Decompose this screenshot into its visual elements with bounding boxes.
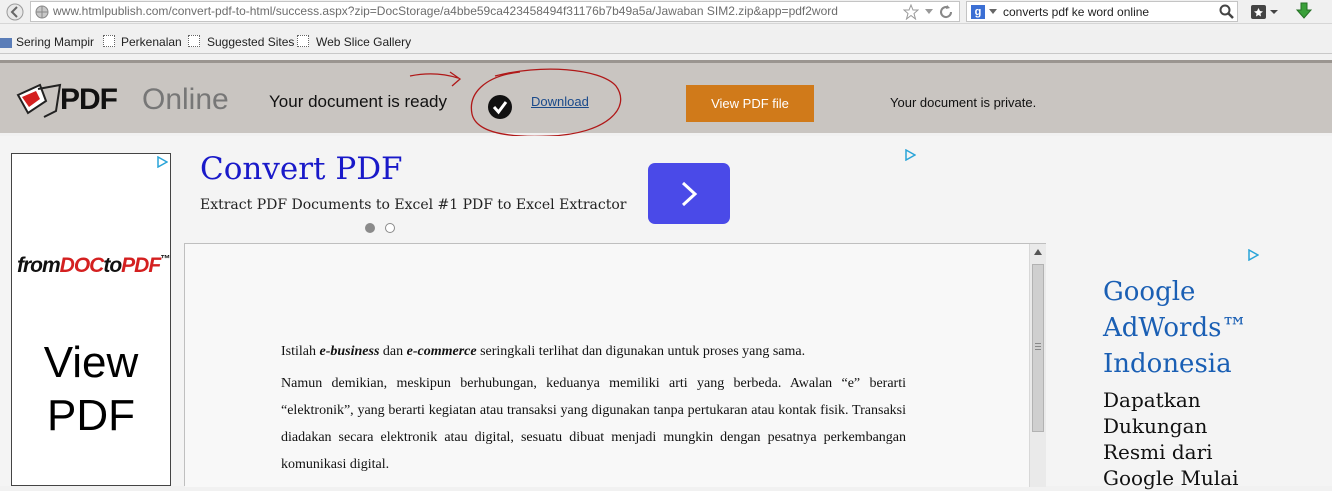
p1-text-e: seringkali terlihat dan digunakan untuk … (476, 344, 806, 359)
url-text: www.htmlpublish.com/convert-pdf-to-html/… (53, 4, 838, 18)
bookmark-perkenalan[interactable]: Perkenalan (121, 35, 182, 49)
bookmark-sering-mampir[interactable]: Sering Mampir (16, 35, 94, 49)
site-header: PDF Online Your document is ready Downlo… (0, 60, 1332, 133)
chevron-right-icon (681, 181, 698, 207)
logo-text-pdf: PDF (60, 83, 118, 116)
bookmark-page-icon (188, 35, 200, 47)
back-icon[interactable] (6, 3, 24, 21)
bookmark-web-slice-gallery[interactable]: Web Slice Gallery (316, 35, 411, 49)
pdf-logo-icon (16, 83, 62, 118)
bookmarks-toolbar: Sering Mampir Perkenalan Suggested Sites… (0, 30, 1332, 54)
adchoices-icon[interactable] (904, 149, 916, 161)
right-ad-body-line: Dukungan (1103, 414, 1208, 438)
document-scrollbar[interactable] (1029, 244, 1046, 487)
left-ad-banner[interactable]: fromDOCtoPDF™ View PDF (11, 153, 171, 486)
logo-from: from (17, 254, 61, 277)
reload-icon[interactable] (938, 4, 954, 20)
search-input[interactable]: converts pdf ke word online (1003, 5, 1149, 19)
bookmark-star-icon[interactable] (903, 4, 919, 20)
browser-toolbar: www.htmlpublish.com/convert-pdf-to-html/… (0, 0, 1332, 24)
document-page: Istilah e-business dan e-commerce sering… (185, 244, 1029, 487)
left-ad-title: View PDF (43, 338, 139, 440)
p1-ecommerce: e-commerce (406, 344, 477, 359)
bookmark-suggested-sites[interactable]: Suggested Sites (207, 35, 294, 49)
download-arrow-icon[interactable] (1295, 2, 1313, 20)
p1-text-a: Istilah (281, 344, 320, 359)
p1-ebusiness: e-business (319, 344, 380, 359)
logo-tm: ™ (160, 254, 170, 265)
bookmark-folder-icon (0, 38, 12, 48)
right-ad-body: Dapatkan Dukungan Resmi dari Google Mula… (1103, 387, 1239, 491)
right-ad-title-line: AdWords™ (1103, 313, 1248, 343)
right-ad-title[interactable]: Google AdWords™ Indonesia (1103, 274, 1247, 382)
scroll-up-icon[interactable] (1034, 249, 1042, 255)
view-pdf-button[interactable]: View PDF file (686, 85, 814, 122)
magnifier-icon[interactable] (1219, 4, 1235, 20)
bookmarks-menu-icon[interactable] (1250, 3, 1278, 21)
google-search-icon[interactable]: g (971, 5, 985, 19)
search-engine-dropdown-icon[interactable] (989, 9, 997, 15)
bookmark-page-icon (103, 35, 115, 47)
right-ad-title-line: Indonesia (1103, 349, 1232, 379)
p1-text-c: dan (379, 344, 407, 359)
right-ad-body-line: Dapatkan (1103, 388, 1201, 412)
top-ad-title[interactable]: Convert PDF (200, 151, 403, 187)
carousel-dot[interactable] (385, 223, 395, 233)
globe-icon (35, 5, 49, 19)
logo-pdf: PDF (121, 254, 161, 277)
logo-text-online: Online (142, 83, 229, 116)
carousel-dot-active[interactable] (365, 223, 375, 233)
right-ad-body-line: Resmi dari (1103, 440, 1213, 464)
red-annotation-circle (409, 68, 622, 138)
adchoices-icon[interactable] (156, 156, 168, 168)
fromdoctopdf-logo: fromDOCtoPDF™ (17, 254, 170, 278)
logo-doc: DOC (59, 254, 105, 277)
adchoices-icon[interactable] (1247, 249, 1259, 261)
search-bar[interactable]: g converts pdf ke word online (966, 1, 1238, 22)
top-ad-description: Extract PDF Documents to Excel #1 PDF to… (200, 197, 627, 213)
document-paragraph-2: Namun demikian, meskipun berhubungan, ke… (281, 376, 906, 472)
top-ad-next-button[interactable] (648, 163, 730, 224)
privacy-notice: Your document is private. (890, 95, 1037, 110)
right-ad-body-line: Google Mulai (1103, 466, 1239, 490)
address-bar[interactable]: www.htmlpublish.com/convert-pdf-to-html/… (30, 1, 960, 22)
dropdown-arrow-icon[interactable] (924, 8, 934, 16)
document-paragraph-1: Istilah e-business dan e-commerce sering… (281, 339, 906, 365)
right-ad-title-line: Google (1103, 277, 1196, 307)
logo-to: to (103, 254, 122, 277)
bookmark-page-icon (297, 35, 309, 47)
document-viewer[interactable]: Istilah e-business dan e-commerce sering… (184, 243, 1046, 487)
scrollbar-thumb[interactable] (1032, 264, 1044, 432)
